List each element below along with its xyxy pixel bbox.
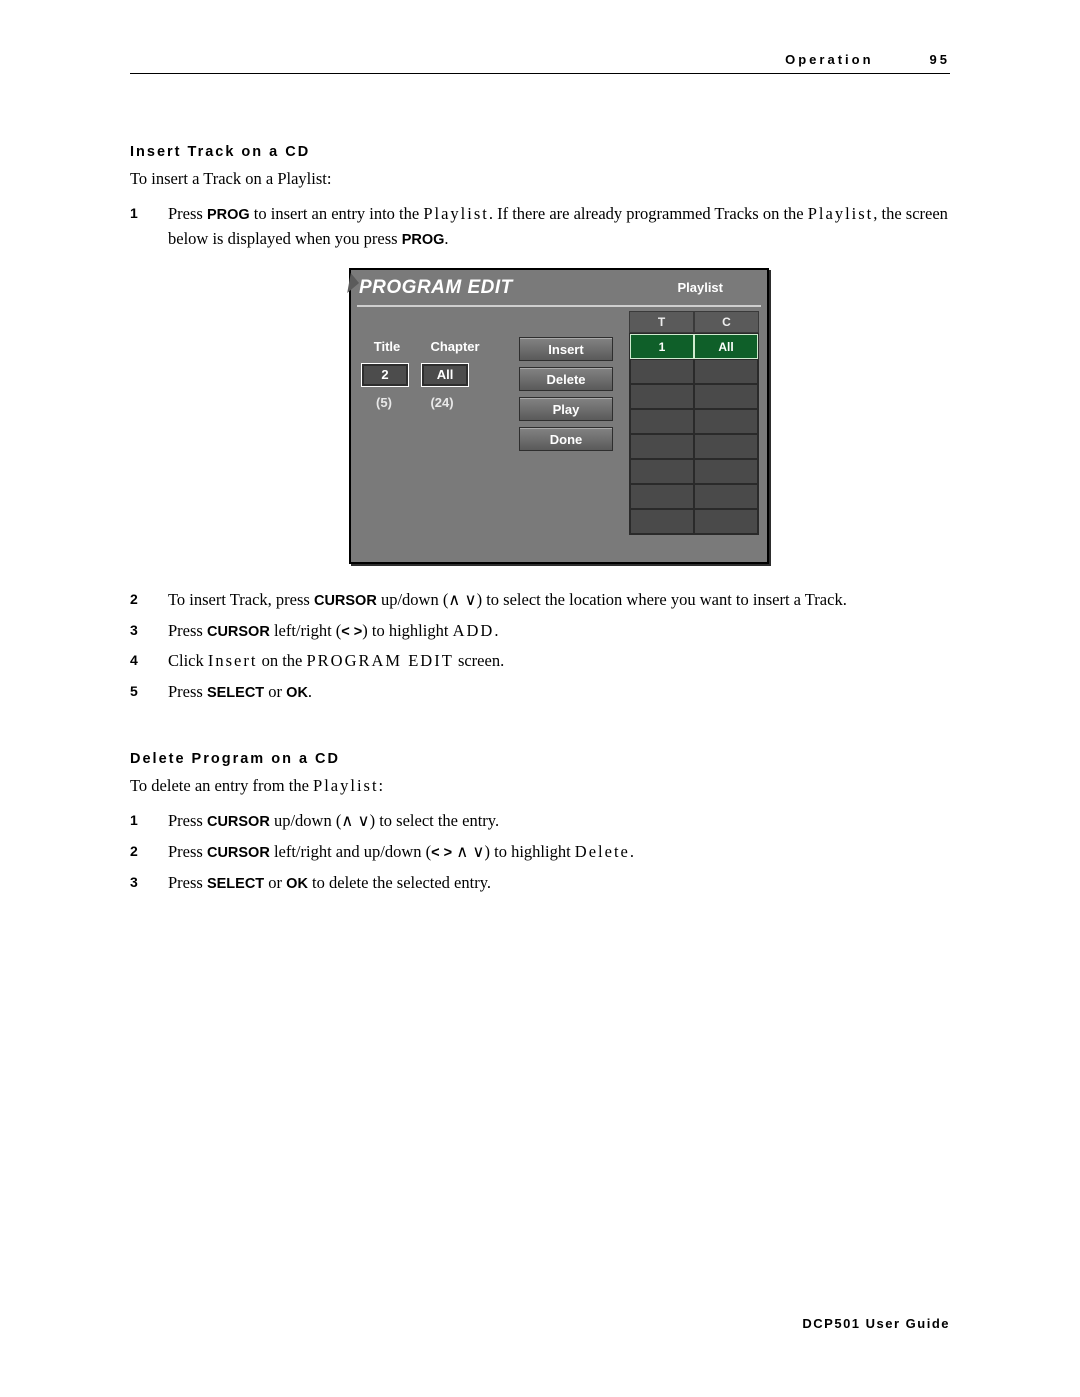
section2-steps: Press CURSOR up/down (∧ ∨) to select the… — [130, 809, 950, 895]
section1-heading: Insert Track on a CD — [130, 144, 950, 160]
step: Press PROG to insert an entry into the P… — [130, 202, 950, 564]
column-labels: Title Chapter — [361, 337, 503, 357]
playlist-label: Playlist — [677, 278, 759, 298]
grid-row[interactable] — [630, 359, 758, 384]
grid-head-c: C — [694, 311, 759, 333]
step: Press CURSOR left/right and up/down (< >… — [130, 840, 950, 865]
label-title: Title — [361, 337, 413, 357]
program-edit-screen: PROGRAM EDIT Playlist Title Chapter 2 — [349, 268, 769, 564]
screen-title: PROGRAM EDIT — [359, 274, 513, 303]
header-page-number: 95 — [930, 52, 950, 67]
title-total: (5) — [361, 393, 407, 413]
left-pane: Title Chapter 2 All (5) (24) — [361, 311, 503, 535]
totals-row: (5) (24) — [361, 393, 503, 413]
page-footer: DCP501 User Guide — [802, 1316, 950, 1331]
play-button[interactable]: Play — [519, 397, 613, 421]
program-edit-screenshot: PROGRAM EDIT Playlist Title Chapter 2 — [168, 268, 950, 564]
page-header: Operation 95 — [130, 0, 950, 74]
section2-heading: Delete Program on a CD — [130, 751, 950, 767]
playlist-grid: T C 1 All — [629, 311, 759, 535]
grid-row[interactable] — [630, 484, 758, 509]
header-section: Operation — [785, 52, 873, 67]
done-button[interactable]: Done — [519, 427, 613, 451]
screen-body: Title Chapter 2 All (5) (24) — [351, 307, 767, 543]
chapter-field[interactable]: All — [421, 363, 469, 387]
value-row: 2 All — [361, 363, 503, 387]
grid-row[interactable] — [630, 434, 758, 459]
label-chapter: Chapter — [425, 337, 485, 357]
button-pane: Insert Delete Play Done — [519, 311, 613, 535]
chapter-total: (24) — [419, 393, 465, 413]
grid-row[interactable]: 1 All — [630, 334, 758, 359]
grid-head: T C — [629, 311, 759, 333]
step: To insert Track, press CURSOR up/down (∧… — [130, 588, 950, 613]
title-field[interactable]: 2 — [361, 363, 409, 387]
section1-intro: To insert a Track on a Playlist: — [130, 168, 950, 190]
section1-steps: Press PROG to insert an entry into the P… — [130, 202, 950, 705]
screen-titlebar: PROGRAM EDIT Playlist — [351, 270, 767, 303]
grid-body: 1 All — [629, 333, 759, 535]
section2-intro: To delete an entry from the Playlist: — [130, 775, 950, 797]
step: Press CURSOR up/down (∧ ∨) to select the… — [130, 809, 950, 834]
step: Press SELECT or OK to delete the selecte… — [130, 871, 950, 896]
insert-button[interactable]: Insert — [519, 337, 613, 361]
grid-head-t: T — [629, 311, 694, 333]
step: Press SELECT or OK. — [130, 680, 950, 705]
grid-row[interactable] — [630, 509, 758, 534]
step: Click Insert on the PROGRAM EDIT screen. — [130, 649, 950, 674]
grid-row[interactable] — [630, 459, 758, 484]
step: Press CURSOR left/right (< >) to highlig… — [130, 619, 950, 644]
delete-button[interactable]: Delete — [519, 367, 613, 391]
grid-row[interactable] — [630, 384, 758, 409]
grid-row[interactable] — [630, 409, 758, 434]
